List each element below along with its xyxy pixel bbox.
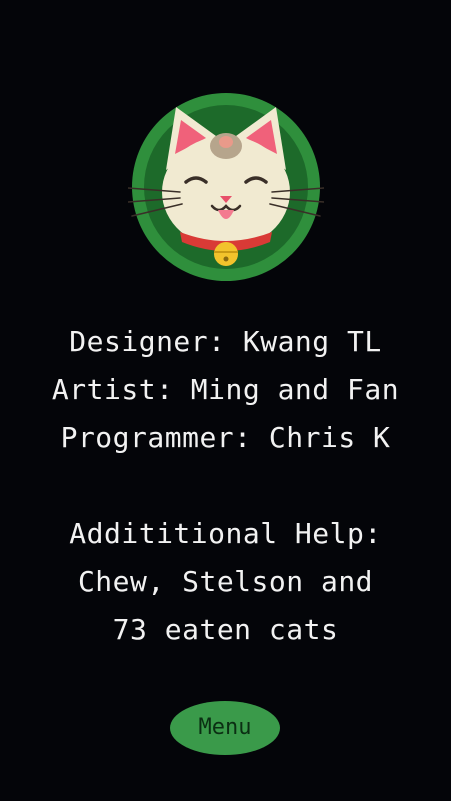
credit-help-line-1: Chew, Stelson and xyxy=(77,565,374,598)
credit-designer: Designer: Kwang TL xyxy=(69,325,382,358)
credit-help-line-2: 73 eaten cats xyxy=(112,613,339,646)
credits-spacer xyxy=(0,462,451,510)
credit-help-heading: Addititional Help: xyxy=(69,517,382,550)
credit-artist: Artist: Ming and Fan xyxy=(51,373,400,406)
lucky-cat-logo-icon xyxy=(128,93,324,281)
credits-block: Designer: Kwang TL Artist: Ming and Fan … xyxy=(0,318,451,654)
credit-programmer: Programmer: Chris K xyxy=(60,421,391,454)
menu-button[interactable]: Menu xyxy=(170,701,280,755)
